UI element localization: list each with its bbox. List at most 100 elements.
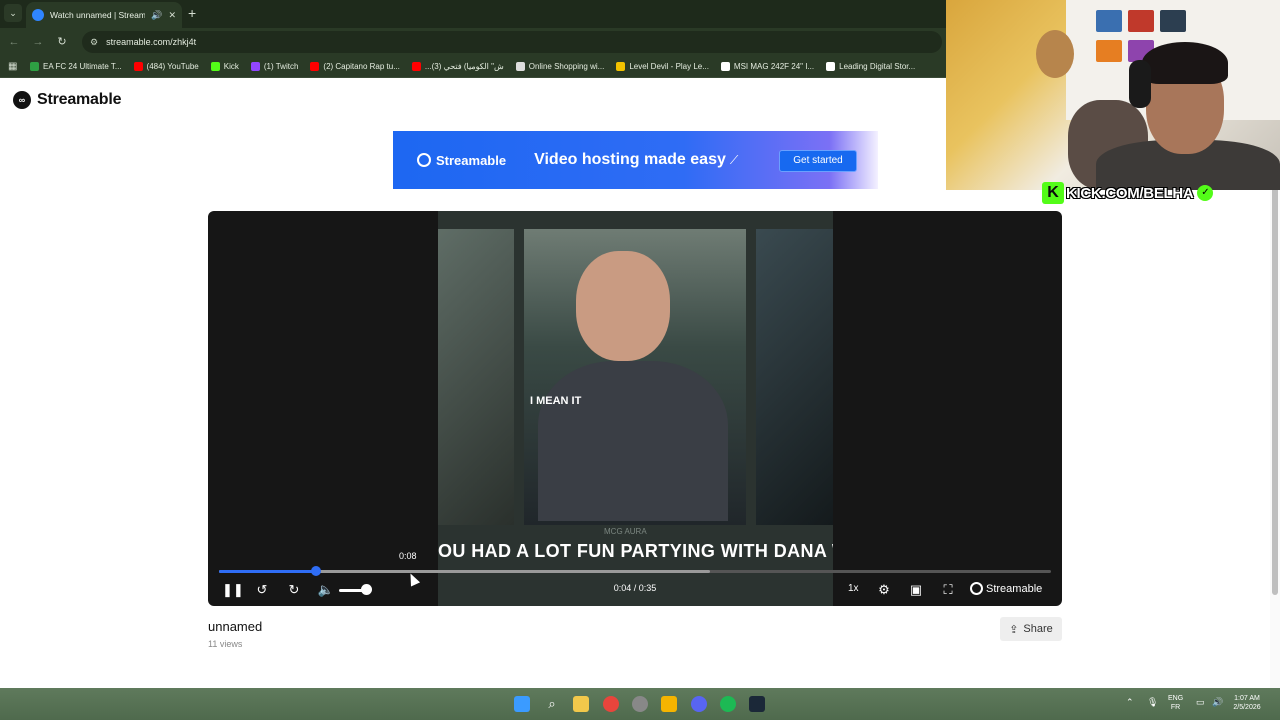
bookmark-favicon-icon — [515, 62, 525, 71]
video-watermark: MCG AURA — [604, 527, 647, 536]
address-bar[interactable]: ⚙ streamable.com/zhkj4t — [82, 31, 942, 53]
player-controls: 0:08 ❚❚ ↺ ↻ 🔈 0:04 / 0:35 1x ⚙ ▣ ⛶ Strea… — [208, 551, 1062, 606]
bookmark-item[interactable]: (484) YouTube — [133, 62, 199, 71]
streamable-favicon-icon — [32, 9, 44, 21]
spotify-icon[interactable] — [720, 696, 736, 712]
video-frame[interactable]: I MEAN IT MCG AURA OU HAD A LOT FUN PART… — [438, 211, 833, 606]
webcam-overlay — [946, 0, 1280, 190]
network-icon[interactable]: ▭ — [1196, 697, 1205, 708]
bookmark-favicon-icon — [210, 62, 220, 71]
active-tab[interactable]: Watch unnamed | Streamable 🔊 ✕ — [26, 2, 182, 28]
player-brand-link[interactable]: Streamable — [970, 582, 1042, 595]
screen: ⌄ Watch unnamed | Streamable 🔊 ✕ + ← → ↻… — [0, 0, 1280, 720]
share-label: Share — [1023, 623, 1053, 635]
speed-button[interactable]: 1x — [848, 583, 859, 594]
video-person-face — [576, 251, 670, 361]
verified-check-icon: ✓ — [1197, 185, 1214, 201]
banner-brand-text: Streamable — [436, 152, 507, 168]
chevron-up-icon[interactable]: ⌃ — [1126, 697, 1134, 708]
volume-icon[interactable]: 🔊 — [1212, 697, 1223, 708]
share-icon: ⇪ — [1009, 623, 1019, 636]
bookmark-favicon-icon — [133, 62, 143, 71]
speaker-icon[interactable]: 🔊 — [151, 10, 162, 21]
app-icon[interactable] — [661, 696, 677, 712]
banner-brand: Streamable — [417, 153, 506, 168]
forward-arrow-icon[interactable]: → — [30, 34, 46, 50]
share-button[interactable]: ⇪ Share — [1000, 617, 1062, 641]
language-top: ENG — [1168, 695, 1184, 702]
seek-progress — [219, 570, 317, 573]
chrome-icon[interactable] — [603, 696, 619, 712]
search-icon[interactable]: ⌕ — [544, 696, 560, 712]
bookmark-item[interactable]: EA FC 24 Ultimate T... — [30, 62, 122, 71]
bookmark-label: EA FC 24 Ultimate T... — [43, 62, 122, 71]
webcam-poster — [1160, 10, 1186, 32]
close-icon[interactable]: ✕ — [168, 10, 176, 21]
bookmark-label: (1) Twitch — [263, 62, 299, 71]
bookmark-label: Level Devil - Play Le... — [629, 62, 709, 71]
bookmark-label: Leading Digital Stor... — [839, 62, 916, 71]
view-count: 11 views — [208, 639, 243, 649]
bookmark-label: Online Shopping wi... — [528, 62, 605, 71]
site-logo-text: Streamable — [37, 91, 122, 108]
ad-banner[interactable]: Streamable Video hosting made easy ⟋ Get… — [393, 131, 878, 189]
sparkle-icon: ⟋ — [729, 152, 739, 167]
fullscreen-icon[interactable]: ⛶ — [940, 582, 956, 598]
bookmark-item[interactable]: (2) Capitano Rap tu... — [310, 62, 400, 71]
banner-headline: Video hosting made easy — [534, 151, 726, 168]
streamable-logo-icon: ∞ — [13, 91, 31, 109]
seek-bar[interactable] — [219, 566, 1051, 576]
system-clock[interactable]: 1:07 AM 2/5/2026 — [1228, 694, 1266, 712]
bookmark-label: (2) Capitano Rap tu... — [323, 62, 400, 71]
bookmark-item[interactable]: Kick — [210, 62, 239, 71]
back-arrow-icon[interactable]: ← — [6, 34, 22, 50]
picture-in-picture-icon[interactable]: ▣ — [908, 582, 924, 598]
seek-handle[interactable] — [311, 566, 322, 576]
kick-handle-overlay: K KICK.COM/BELHA ✓ — [1042, 182, 1214, 204]
webcam-poster — [1096, 40, 1122, 62]
kick-logo-icon: K — [1042, 182, 1064, 204]
bookmark-favicon-icon — [720, 62, 730, 71]
apps-grid-icon[interactable]: ▦ — [8, 61, 30, 72]
bookmark-item[interactable]: Level Devil - Play Le... — [616, 62, 709, 71]
bookmark-item[interactable]: Leading Digital Stor... — [826, 62, 915, 71]
app-icon[interactable] — [632, 696, 648, 712]
steam-icon[interactable] — [749, 696, 765, 712]
clock-date: 2/5/2026 — [1233, 704, 1261, 711]
microphone-icon[interactable]: 🎙 — [1147, 697, 1158, 708]
bookmark-favicon-icon — [250, 62, 260, 71]
language-indicator[interactable]: ENG FR — [1168, 694, 1183, 712]
bookmark-favicon-icon — [616, 62, 626, 71]
webcam-poster — [1096, 10, 1122, 32]
new-tab-button[interactable]: + — [188, 5, 196, 21]
bookmark-label: ...ش" الكوميا) فتحي (3) — [424, 62, 504, 71]
streamable-logo-icon — [970, 582, 983, 595]
bookmark-item[interactable]: ...ش" الكوميا) فتحي (3) — [411, 62, 504, 71]
bookmark-item[interactable]: Online Shopping wi... — [515, 62, 605, 71]
bookmark-item[interactable]: (1) Twitch — [250, 62, 299, 71]
settings-gear-icon[interactable]: ⚙ — [876, 582, 892, 598]
bookmark-item[interactable]: MSI MAG 242F 24" I... — [720, 62, 814, 71]
video-title: unnamed — [208, 619, 263, 634]
site-info-icon[interactable]: ⚙ — [90, 37, 98, 48]
clock-time: 1:07 AM — [1234, 695, 1260, 702]
player-brand-text: Streamable — [986, 582, 1043, 595]
language-bottom: FR — [1170, 704, 1181, 711]
file-explorer-icon[interactable] — [573, 696, 589, 712]
url-text: streamable.com/zhkj4t — [106, 37, 197, 47]
tab-search-button[interactable]: ⌄ — [4, 4, 22, 22]
get-started-button[interactable]: Get started — [779, 150, 857, 172]
webcam-guitar — [1036, 30, 1074, 78]
kick-handle-text: KICK.COM/BELHA — [1066, 184, 1194, 202]
bookmark-label: (484) YouTube — [146, 62, 199, 71]
site-logo[interactable]: ∞ Streamable — [13, 91, 121, 109]
reload-icon[interactable]: ↻ — [54, 34, 70, 50]
bookmark-favicon-icon — [826, 62, 836, 71]
webcam-person-hair — [1142, 42, 1228, 84]
hover-time-tooltip: 0:08 — [399, 551, 417, 561]
discord-icon[interactable] — [691, 696, 707, 712]
video-player[interactable]: I MEAN IT MCG AURA OU HAD A LOT FUN PART… — [208, 211, 1062, 606]
video-person-body — [538, 361, 728, 521]
bookmark-favicon-icon — [30, 62, 39, 71]
windows-start-icon[interactable] — [514, 696, 530, 712]
